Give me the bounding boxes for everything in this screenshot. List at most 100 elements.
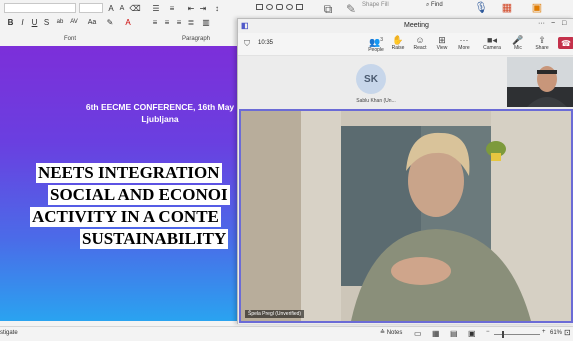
teams-logo-icon: ◧ bbox=[241, 21, 249, 30]
more-options-icon[interactable]: ··· bbox=[538, 20, 545, 27]
more-button[interactable]: ··· More bbox=[452, 35, 476, 55]
camera-label: Camera bbox=[483, 45, 501, 51]
minimize-icon[interactable]: − bbox=[551, 20, 555, 27]
bullets-icon[interactable]: ☰ bbox=[150, 3, 162, 13]
highlight-icon[interactable]: ✎ bbox=[104, 17, 116, 27]
share-icon: ⇪ bbox=[538, 35, 546, 45]
view-button[interactable]: ⊞ View bbox=[430, 35, 454, 55]
zoom-slider[interactable] bbox=[494, 331, 540, 338]
hang-up-icon: ☎ bbox=[561, 38, 571, 48]
participant-avatar[interactable]: SK bbox=[356, 64, 386, 94]
font-color-icon[interactable]: A bbox=[122, 17, 134, 27]
font-size-combo[interactable] bbox=[79, 3, 103, 13]
notes-label: Notes bbox=[386, 330, 403, 336]
underline-icon[interactable]: U bbox=[30, 17, 39, 27]
video-speaker-name: Špela Pregl (Unverified) bbox=[245, 310, 305, 318]
zoom-slider-thumb[interactable] bbox=[502, 331, 504, 338]
camera-icon: ■◂ bbox=[487, 35, 497, 45]
addins-icon[interactable]: ▣ bbox=[530, 0, 544, 14]
shield-icon[interactable]: ⛉ bbox=[244, 39, 250, 49]
shape-rect-icon[interactable] bbox=[256, 4, 263, 10]
camera-button[interactable]: ■◂ Camera bbox=[480, 35, 504, 55]
numbering-icon[interactable]: ≡ bbox=[166, 3, 178, 13]
zoom-level[interactable]: 61% bbox=[550, 330, 562, 336]
align-left-icon[interactable]: ≡ bbox=[150, 17, 160, 27]
slide-conference-text[interactable]: 6th EECME CONFERENCE, 16th May Ljubljana bbox=[70, 101, 238, 125]
decrease-indent-icon[interactable]: ⇤ bbox=[186, 3, 196, 13]
view-label: View bbox=[436, 45, 448, 51]
raise-hand-button[interactable]: ✋ Raise bbox=[386, 35, 410, 55]
shape-rounded-icon[interactable] bbox=[276, 4, 283, 10]
strikethrough-icon[interactable]: S bbox=[42, 17, 51, 27]
meeting-stage: SK Sablu Khan (Un... Špela Pregl (Unveri… bbox=[238, 56, 573, 324]
char-spacing-icon[interactable]: ab bbox=[54, 17, 66, 27]
meeting-titlebar[interactable]: ◧ Meeting ··· − □ bbox=[238, 19, 573, 33]
italic-icon[interactable]: I bbox=[18, 17, 27, 27]
align-center-icon[interactable]: ≡ bbox=[162, 17, 172, 27]
bold-icon[interactable]: B bbox=[6, 17, 15, 27]
line-spacing-icon[interactable]: ↕ bbox=[212, 3, 222, 13]
raise-label: Raise bbox=[391, 45, 405, 51]
slide-title-line-2[interactable]: SOCIAL AND ECONOI bbox=[48, 185, 230, 205]
maximize-icon[interactable]: □ bbox=[562, 20, 566, 27]
find-button[interactable]: ⌕ Find bbox=[426, 1, 456, 9]
dictate-icon[interactable]: 🎙 bbox=[474, 0, 488, 14]
people-count-badge: 3 bbox=[380, 37, 383, 43]
react-button[interactable]: ☺ React bbox=[408, 35, 432, 55]
meeting-window[interactable]: ◧ Meeting ··· − □ ⛉ 10:35 👥3 People ✋ Ra… bbox=[237, 18, 573, 324]
people-button[interactable]: 👥3 People bbox=[364, 35, 388, 55]
justify-icon[interactable]: ≣ bbox=[186, 17, 196, 27]
speaker-video-image bbox=[241, 111, 571, 321]
self-video-tile[interactable] bbox=[507, 57, 573, 107]
shrink-font-icon[interactable]: A bbox=[117, 3, 127, 13]
conference-line-2: Ljubljana bbox=[141, 114, 179, 124]
text-spacing-icon[interactable]: AV bbox=[68, 17, 80, 27]
shape-square-icon[interactable] bbox=[296, 4, 303, 10]
slideshow-icon[interactable]: ▣ bbox=[468, 329, 476, 338]
slide-canvas[interactable]: 6th EECME CONFERENCE, 16th May Ljubljana… bbox=[0, 46, 238, 321]
self-video-image bbox=[507, 57, 573, 107]
mic-icon: 🎤 bbox=[512, 35, 524, 45]
grow-font-icon[interactable]: A bbox=[106, 3, 116, 13]
zoom-in-icon[interactable]: + bbox=[542, 329, 546, 335]
notes-button[interactable]: ≙ Notes bbox=[380, 329, 402, 336]
conference-line-1: 6th EECME CONFERENCE, 16th May bbox=[85, 102, 235, 112]
shape-fill-button[interactable]: Shape Fill bbox=[362, 1, 422, 9]
slide-title-line-1[interactable]: NEETS INTEGRATION bbox=[36, 163, 222, 183]
fit-slide-icon[interactable]: ⊡ bbox=[564, 328, 571, 337]
mic-label: Mic bbox=[514, 45, 522, 51]
increase-indent-icon[interactable]: ⇥ bbox=[198, 3, 208, 13]
shape-circle-icon[interactable] bbox=[286, 4, 293, 10]
change-case-icon[interactable]: Aa bbox=[85, 17, 99, 27]
font-name-combo[interactable] bbox=[4, 3, 76, 13]
quick-styles-icon[interactable]: ✎ bbox=[343, 1, 359, 17]
share-label: Share bbox=[535, 45, 549, 51]
columns-icon[interactable]: ▥ bbox=[200, 17, 212, 27]
clear-format-icon[interactable]: ⌫ bbox=[129, 3, 140, 13]
more-icon: ··· bbox=[459, 35, 469, 45]
raise-hand-icon: ✋ bbox=[392, 35, 404, 45]
more-label: More bbox=[458, 45, 470, 51]
share-button[interactable]: ⇪ Share bbox=[530, 35, 554, 55]
normal-view-icon[interactable]: ▭ bbox=[414, 329, 422, 338]
align-right-icon[interactable]: ≡ bbox=[174, 17, 184, 27]
slide-title-line-4[interactable]: SUSTAINABILITY bbox=[80, 229, 229, 249]
reading-view-icon[interactable]: ▤ bbox=[450, 329, 458, 338]
zoom-out-icon[interactable]: − bbox=[486, 329, 490, 335]
view-icon: ⊞ bbox=[438, 35, 446, 45]
designer-icon[interactable]: ▦ bbox=[500, 0, 514, 14]
leave-button[interactable]: ☎ bbox=[558, 37, 573, 49]
react-icon: ☺ bbox=[415, 35, 425, 45]
people-icon: 👥3 bbox=[369, 37, 383, 47]
slide-sorter-icon[interactable]: ▦ bbox=[432, 329, 440, 338]
meeting-title: Meeting bbox=[404, 22, 429, 29]
participant-name: Sablu Khan (Un... bbox=[356, 98, 396, 104]
status-left-text: stigate bbox=[0, 330, 18, 336]
mic-button[interactable]: 🎤 Mic bbox=[506, 35, 530, 55]
font-group-label: Font bbox=[64, 36, 77, 42]
arrange-icon[interactable]: ⧉ bbox=[320, 1, 336, 17]
slide-title-line-3[interactable]: ACTIVITY IN A CONTE bbox=[30, 207, 221, 227]
shape-oval-icon[interactable] bbox=[266, 4, 273, 10]
meeting-toolbar: ⛉ 10:35 👥3 People ✋ Raise ☺ React ⊞ View… bbox=[238, 33, 573, 56]
main-video-tile[interactable]: Špela Pregl (Unverified) bbox=[239, 109, 573, 323]
